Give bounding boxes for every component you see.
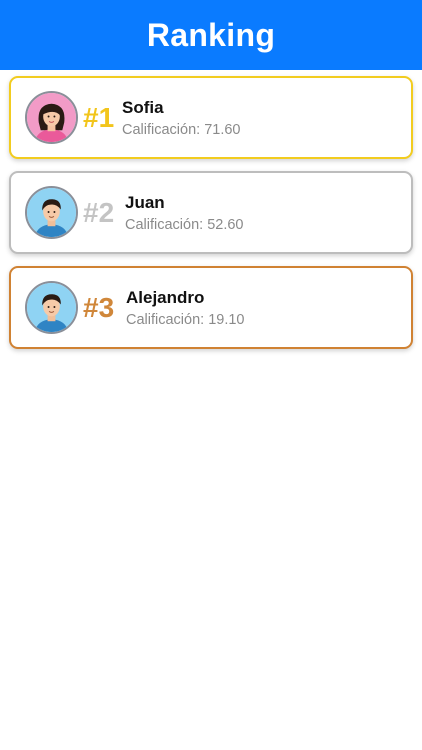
player-score: Calificación: 71.60 bbox=[122, 122, 241, 138]
female-avatar-icon bbox=[25, 91, 78, 144]
player-score: Calificación: 52.60 bbox=[125, 217, 244, 233]
male-avatar-icon bbox=[25, 281, 78, 334]
player-name: Alejandro bbox=[126, 288, 205, 307]
player-name: Sofia bbox=[122, 98, 164, 117]
ranking-item-3[interactable]: #3 Alejandro Calificación: 19.10 bbox=[9, 266, 413, 349]
rank-number: #1 bbox=[83, 102, 115, 133]
rank-number: #3 bbox=[83, 292, 115, 323]
ranking-item-1[interactable]: #1 Sofia Calificación: 71.60 bbox=[9, 76, 413, 159]
player-score: Calificación: 19.10 bbox=[126, 312, 245, 328]
rank-number: #2 bbox=[83, 197, 115, 228]
player-name: Juan bbox=[125, 193, 165, 212]
ranking-item-2[interactable]: #2 Juan Calificación: 52.60 bbox=[9, 171, 413, 254]
male-avatar-icon bbox=[25, 186, 78, 239]
app-header: Ranking bbox=[0, 0, 422, 70]
page-title: Ranking bbox=[146, 16, 276, 53]
